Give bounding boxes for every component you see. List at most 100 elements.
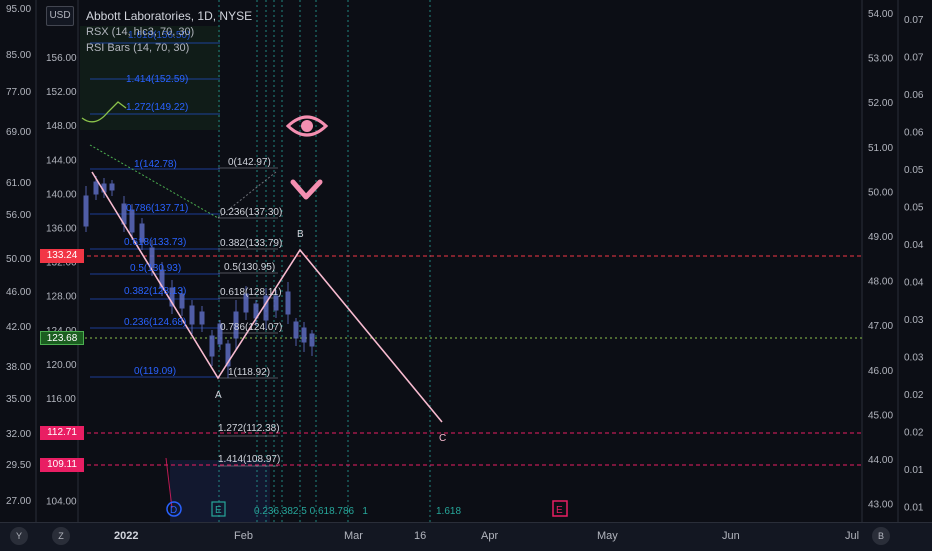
svg-text:1(142.78): 1(142.78) (134, 159, 177, 170)
right-axis-label: 51.00 (868, 143, 893, 154)
time-label-apr: Apr (481, 530, 499, 542)
svg-text:0.5(130.95): 0.5(130.95) (224, 262, 275, 273)
right-axis2-label: 0.02 (904, 390, 924, 401)
right-axis2-label: 0.07 (904, 53, 924, 64)
right-axis2-label: 0.03 (904, 353, 924, 364)
right-axis-label: 45.00 (868, 410, 893, 421)
chart-legend: Abbott Laboratories, 1D, NYSE RSX (14, h… (86, 8, 252, 56)
price-axis-label: 144.00 (46, 155, 77, 166)
price-axis-label: 148.00 (46, 121, 77, 132)
svg-text:1.272(112.38): 1.272(112.38) (218, 423, 280, 434)
right-axis2-label: 0.01 (904, 503, 924, 514)
left-axis-label: 46.00 (6, 287, 31, 298)
time-label-jul: Jul (845, 530, 860, 542)
wave-label-a: A (215, 390, 222, 401)
price-axis-label: 152.00 (46, 87, 77, 98)
marker-d-label: D (170, 505, 177, 516)
svg-text:1.414(108.97): 1.414(108.97) (218, 454, 280, 465)
fib-left-labels: 1.618(156.50) 1.414(152.59) 1.272(149.22… (124, 30, 190, 377)
left-axis-label: 42.00 (6, 322, 31, 333)
left-axis-label: 38.00 (6, 362, 31, 373)
right-axis-label: 46.00 (868, 366, 893, 377)
left-axis-label: 56.00 (6, 210, 31, 221)
right-axis2-label: 0.04 (904, 278, 924, 289)
right-axis-label: 48.00 (868, 277, 893, 288)
time-label-may: May (597, 530, 618, 542)
svg-text:1.272(149.22): 1.272(149.22) (126, 102, 188, 113)
svg-text:0.236(124.68): 0.236(124.68) (124, 317, 186, 328)
left-axis-label: 61.00 (6, 178, 31, 189)
chart-area[interactable]: 95.00 85.00 77.00 69.00 61.00 56.00 50.00 46.00… (0, 0, 932, 551)
right-axis2-label: 0.03 (904, 315, 924, 326)
svg-text:0.786(124.07): 0.786(124.07) (220, 322, 282, 333)
time-fib-1618: 1.618 (436, 506, 461, 517)
left-axis-label: 95.00 (6, 4, 31, 15)
left-axis-label: 85.00 (6, 50, 31, 61)
price-axis-label: 136.00 (46, 224, 77, 235)
time-label-16: 16 (414, 530, 427, 542)
price-badge-109: 109.11 (40, 458, 84, 472)
right-axis2-label: 0.06 (904, 90, 924, 101)
right-axis-label: 53.00 (868, 54, 893, 65)
svg-text:0.786(137.71): 0.786(137.71) (126, 203, 188, 214)
right-axis-label: 44.00 (868, 455, 893, 466)
indicator-rsi-bars[interactable]: RSI Bars (14, 70, 30) (86, 40, 252, 56)
axis-toggle-y[interactable]: Y (10, 527, 28, 545)
right-axis2-label: 0.05 (904, 203, 924, 214)
right-axis2-label: 0.05 (904, 165, 924, 176)
left-axis-label: 27.00 (6, 496, 31, 507)
right-axis-label: 43.00 (868, 500, 893, 511)
price-badge-112: 112.71 (40, 426, 84, 440)
indicator-rsx[interactable]: RSX (14, hlc3, 70, 30) (86, 24, 252, 40)
svg-text:0.382(133.79): 0.382(133.79) (220, 238, 282, 249)
marker-e1-label: E (215, 505, 222, 516)
price-badge-133: 133.24 (40, 249, 84, 263)
right-axis2-label: 0.06 (904, 128, 924, 139)
right-axis-label: 47.00 (868, 321, 893, 332)
left-axis-label: 35.00 (6, 394, 31, 405)
time-label-2022: 2022 (114, 530, 139, 542)
svg-text:0.618(128.11): 0.618(128.11) (220, 287, 282, 298)
price-axis-label: 140.00 (46, 189, 77, 200)
symbol-title[interactable]: Abbott Laboratories, 1D, NYSE (86, 8, 252, 24)
time-label-jun: Jun (722, 530, 740, 542)
left-axis-label: 77.00 (6, 87, 31, 98)
svg-text:0.618(133.73): 0.618(133.73) (124, 237, 186, 248)
price-axis-label: 120.00 (46, 360, 77, 371)
right-axis-label: 52.00 (868, 98, 893, 109)
time-fib-labels: 0.236.382.5 0.618.786 1 (254, 506, 368, 517)
wave-label-b: B (297, 229, 304, 240)
currency-button[interactable]: USD (46, 6, 74, 26)
left-axis-label: 32.00 (6, 429, 31, 440)
price-axis-label: 128.00 (46, 292, 77, 303)
svg-text:0(142.97): 0(142.97) (228, 157, 271, 168)
axis-toggle-b[interactable]: B (872, 527, 890, 545)
price-axis-label: 104.00 (46, 496, 77, 507)
svg-text:0.5(130.93): 0.5(130.93) (130, 263, 181, 274)
svg-text:0(119.09): 0(119.09) (134, 366, 176, 377)
chart-canvas[interactable]: 95.00 85.00 77.00 69.00 61.00 56.00 50.00 46.00… (0, 0, 932, 550)
right-axis2-label: 0.04 (904, 240, 924, 251)
svg-text:1.414(152.59): 1.414(152.59) (126, 74, 188, 85)
svg-text:0.236(137.30): 0.236(137.30) (220, 207, 282, 218)
price-badge-123: 123.68 (40, 331, 84, 345)
axis-toggle-z[interactable]: Z (52, 527, 70, 545)
price-axis-label: 116.00 (46, 394, 76, 405)
svg-text:0.382(128.13): 0.382(128.13) (124, 286, 186, 297)
left-axis-label: 50.00 (6, 254, 31, 265)
time-axis[interactable] (0, 522, 932, 551)
right-axis2-label: 0.01 (904, 465, 924, 476)
right-axis-label: 49.00 (868, 232, 893, 243)
time-label-feb: Feb (234, 530, 253, 542)
left-axis-label: 29.50 (6, 460, 31, 471)
time-label-mar: Mar (344, 530, 363, 542)
svg-text:1(118.92): 1(118.92) (228, 367, 270, 378)
wave-label-c: C (439, 433, 446, 444)
right-axis-label: 50.00 (868, 187, 893, 198)
right-axis2-label: 0.07 (904, 15, 924, 26)
right-axis-label: 54.00 (868, 9, 893, 20)
marker-e2-label: E (556, 505, 563, 516)
right-axis2-label: 0.02 (904, 428, 924, 439)
price-axis-label: 156.00 (46, 53, 77, 64)
left-axis-label: 69.00 (6, 127, 31, 138)
